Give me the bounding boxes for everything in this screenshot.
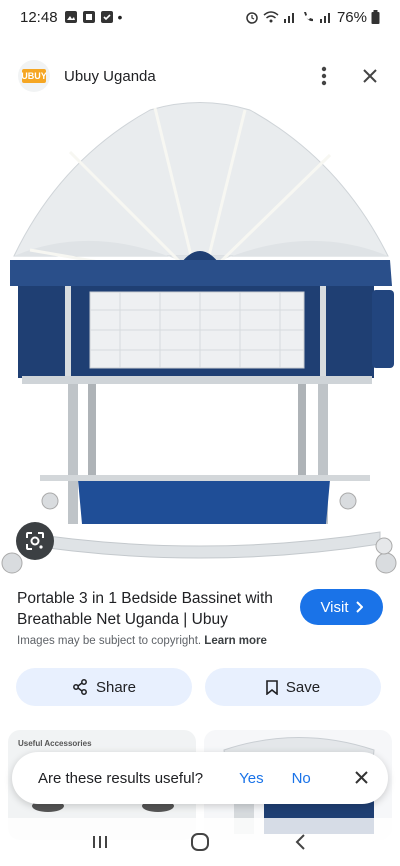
gallery-icon bbox=[64, 11, 77, 23]
save-label: Save bbox=[285, 678, 321, 696]
close-icon bbox=[355, 770, 368, 784]
share-label: Share bbox=[95, 678, 137, 696]
signal-icon bbox=[283, 13, 294, 23]
site-favicon[interactable]: UBUY bbox=[18, 60, 50, 92]
alarm-icon bbox=[246, 12, 258, 24]
battery-percent: 76% bbox=[336, 8, 367, 26]
save-button[interactable]: Save bbox=[205, 668, 381, 706]
result-title[interactable]: Portable 3 in 1 Bedside Bassinet with Br… bbox=[17, 588, 293, 630]
visit-label: Visit bbox=[320, 598, 349, 616]
feedback-dismiss-button[interactable] bbox=[355, 768, 368, 789]
lens-icon bbox=[26, 532, 44, 550]
volte-call-icon bbox=[303, 12, 313, 22]
home-button[interactable] bbox=[180, 822, 220, 862]
product-image[interactable] bbox=[0, 100, 400, 580]
visit-button[interactable]: Visit bbox=[300, 589, 383, 625]
bassinet-illustration bbox=[1, 102, 397, 574]
wifi-icon bbox=[263, 11, 279, 23]
more-vert-icon bbox=[321, 66, 327, 86]
image-notification-icon bbox=[82, 11, 95, 23]
dot-icon: • bbox=[117, 9, 123, 25]
more-options-button[interactable] bbox=[312, 64, 336, 88]
favicon-logo: UBUY bbox=[21, 69, 47, 83]
copyright-text: Images may be subject to copyright. bbox=[17, 635, 202, 647]
feedback-yes-button[interactable]: Yes bbox=[239, 770, 263, 787]
system-navigation-bar bbox=[0, 818, 400, 866]
status-time: 12:48 bbox=[20, 8, 58, 26]
home-icon bbox=[191, 833, 209, 851]
check-notification-icon bbox=[100, 11, 113, 23]
battery-icon bbox=[371, 10, 380, 24]
recents-icon bbox=[93, 836, 107, 848]
back-icon bbox=[295, 834, 305, 850]
share-icon bbox=[73, 679, 87, 695]
source-header: UBUY Ubuy Uganda bbox=[0, 52, 400, 100]
close-icon bbox=[363, 69, 377, 83]
share-button[interactable]: Share bbox=[16, 668, 192, 706]
copyright-notice: Images may be subject to copyright. Lear… bbox=[17, 635, 267, 647]
site-name[interactable]: Ubuy Uganda bbox=[64, 68, 156, 85]
lens-search-button[interactable] bbox=[16, 522, 54, 560]
chevron-right-icon bbox=[355, 601, 363, 613]
back-button[interactable] bbox=[280, 822, 320, 862]
signal-2-icon bbox=[319, 13, 330, 23]
system-icons: 76% bbox=[245, 9, 380, 26]
bookmark-icon bbox=[266, 679, 278, 695]
feedback-snackbar: Are these results useful? Yes No bbox=[12, 752, 388, 804]
learn-more-link[interactable]: Learn more bbox=[204, 635, 267, 647]
close-button[interactable] bbox=[358, 64, 382, 88]
status-bar: 12:48 • 76% bbox=[0, 0, 400, 34]
feedback-no-button[interactable]: No bbox=[292, 770, 311, 787]
recent-apps-button[interactable] bbox=[80, 822, 120, 862]
related-card-label: Useful Accessories bbox=[18, 739, 92, 748]
feedback-question: Are these results useful? bbox=[38, 769, 204, 787]
notification-icons: • bbox=[64, 9, 123, 25]
